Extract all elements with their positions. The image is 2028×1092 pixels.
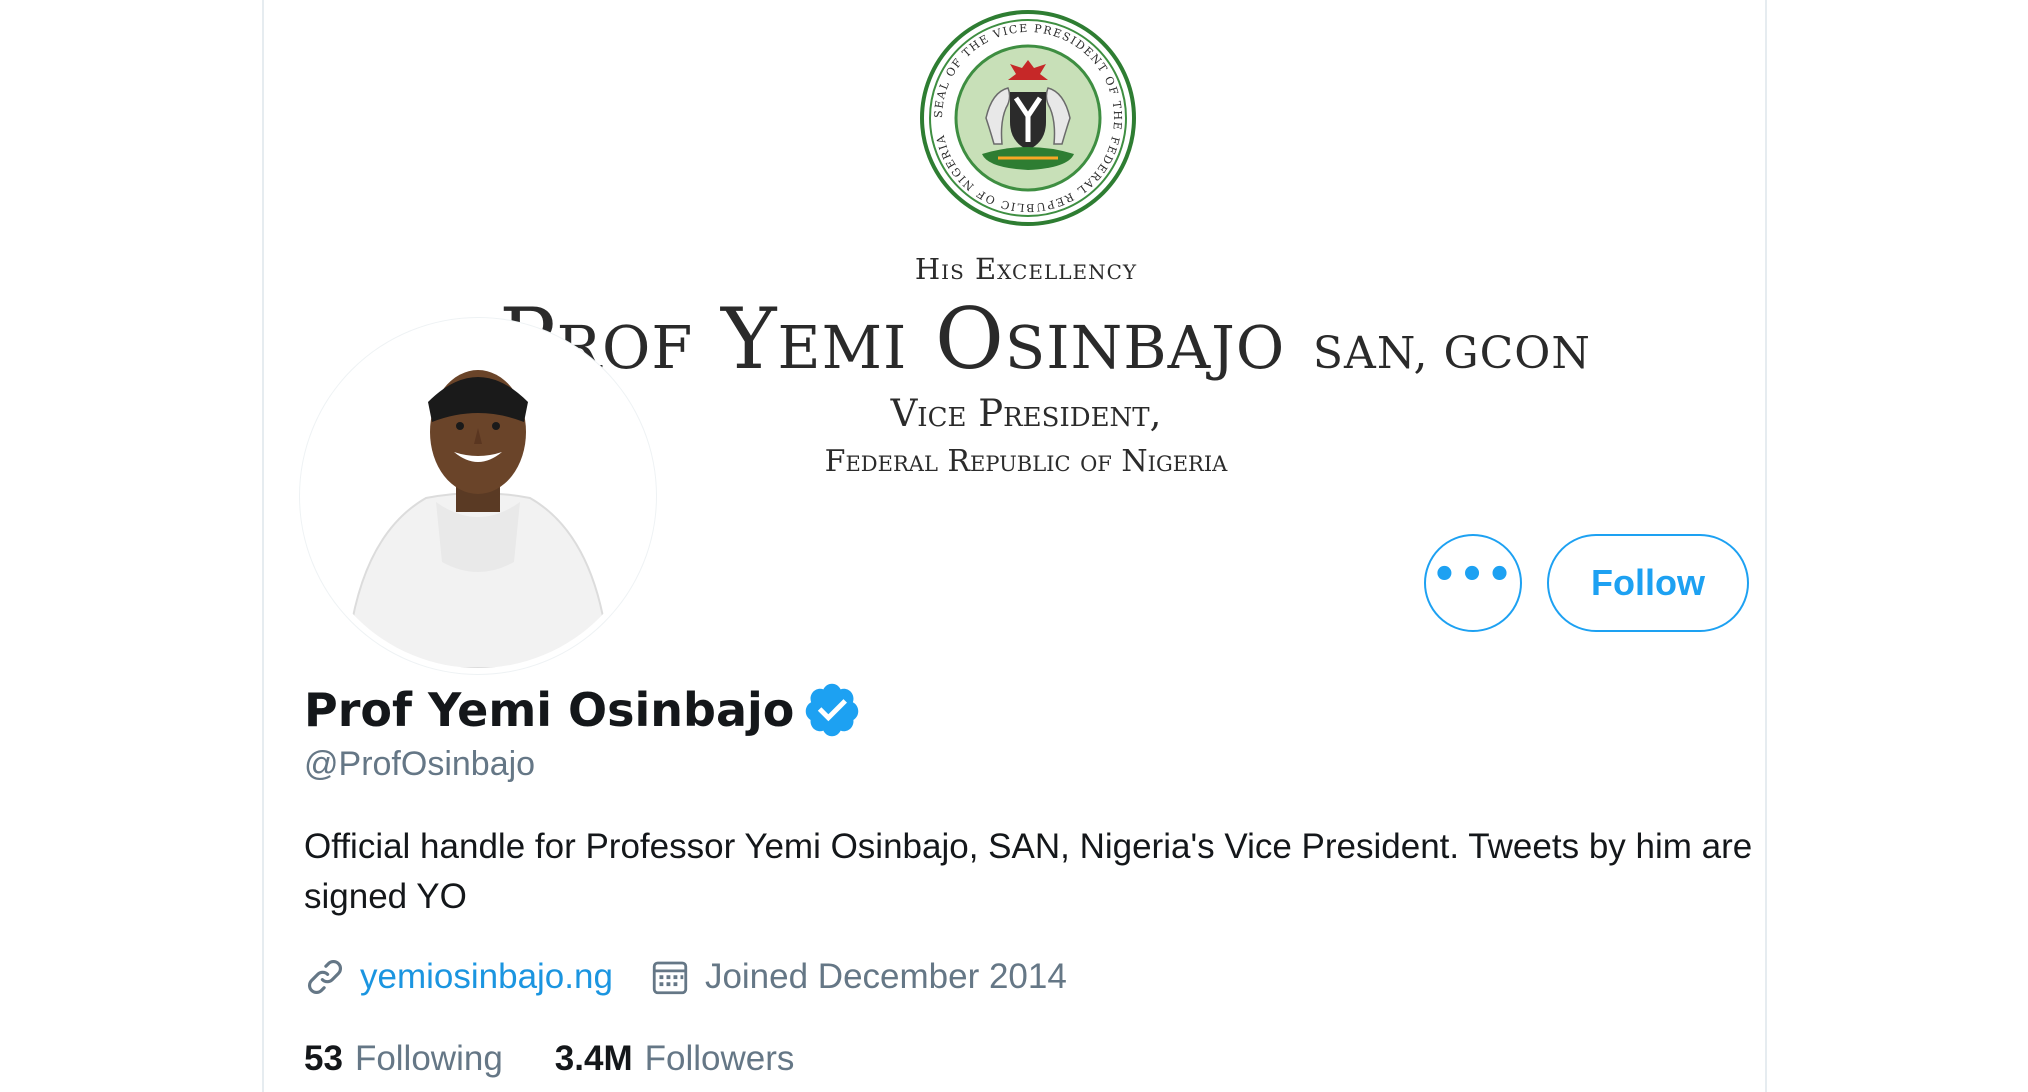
banner-role: Vice President, [890,392,1162,435]
timeline-right-border [1765,0,1767,1092]
link-icon [308,960,342,994]
more-icon: ••• [1431,552,1515,598]
followers-count: 3.4M [554,1039,633,1078]
joined-date: Joined December 2014 [704,957,1067,996]
followers-label: Followers [644,1039,795,1078]
banner-name: Prof Yemi Osinbajo SAN, GCON [499,290,1591,388]
following-label: Following [354,1039,503,1078]
seal-logo: SEAL OF THE VICE PRESIDENT OF THE FEDERA… [920,10,1136,226]
banner-honorific: His Excellency [914,252,1138,286]
avatar-portrait-image [306,324,650,668]
follow-button[interactable]: Follow [1547,534,1749,632]
following-stat[interactable]: 53 Following [304,1039,503,1079]
verified-badge-icon [806,683,859,737]
following-count: 53 [304,1039,343,1078]
display-name-text: Prof Yemi Osinbajo [304,683,795,737]
profile-handle: @ProfOsinbajo [304,745,536,783]
calendar-icon [652,961,688,995]
followers-stat[interactable]: 3.4M Followers [555,1039,795,1079]
website-link[interactable]: yemiosinbajo.ng [360,957,613,997]
more-options-button[interactable]: ••• [1424,534,1522,632]
profile-stats: 53 Following 3.4M Followers [304,1034,794,1084]
profile-bio: Official handle for Professor Yemi Osinb… [304,827,1753,916]
profile-meta: yemiosinbajo.ng Joined December 2014 [304,952,1067,1002]
avatar[interactable] [300,318,656,674]
profile-display-name: Prof Yemi Osinbajo [304,680,862,740]
